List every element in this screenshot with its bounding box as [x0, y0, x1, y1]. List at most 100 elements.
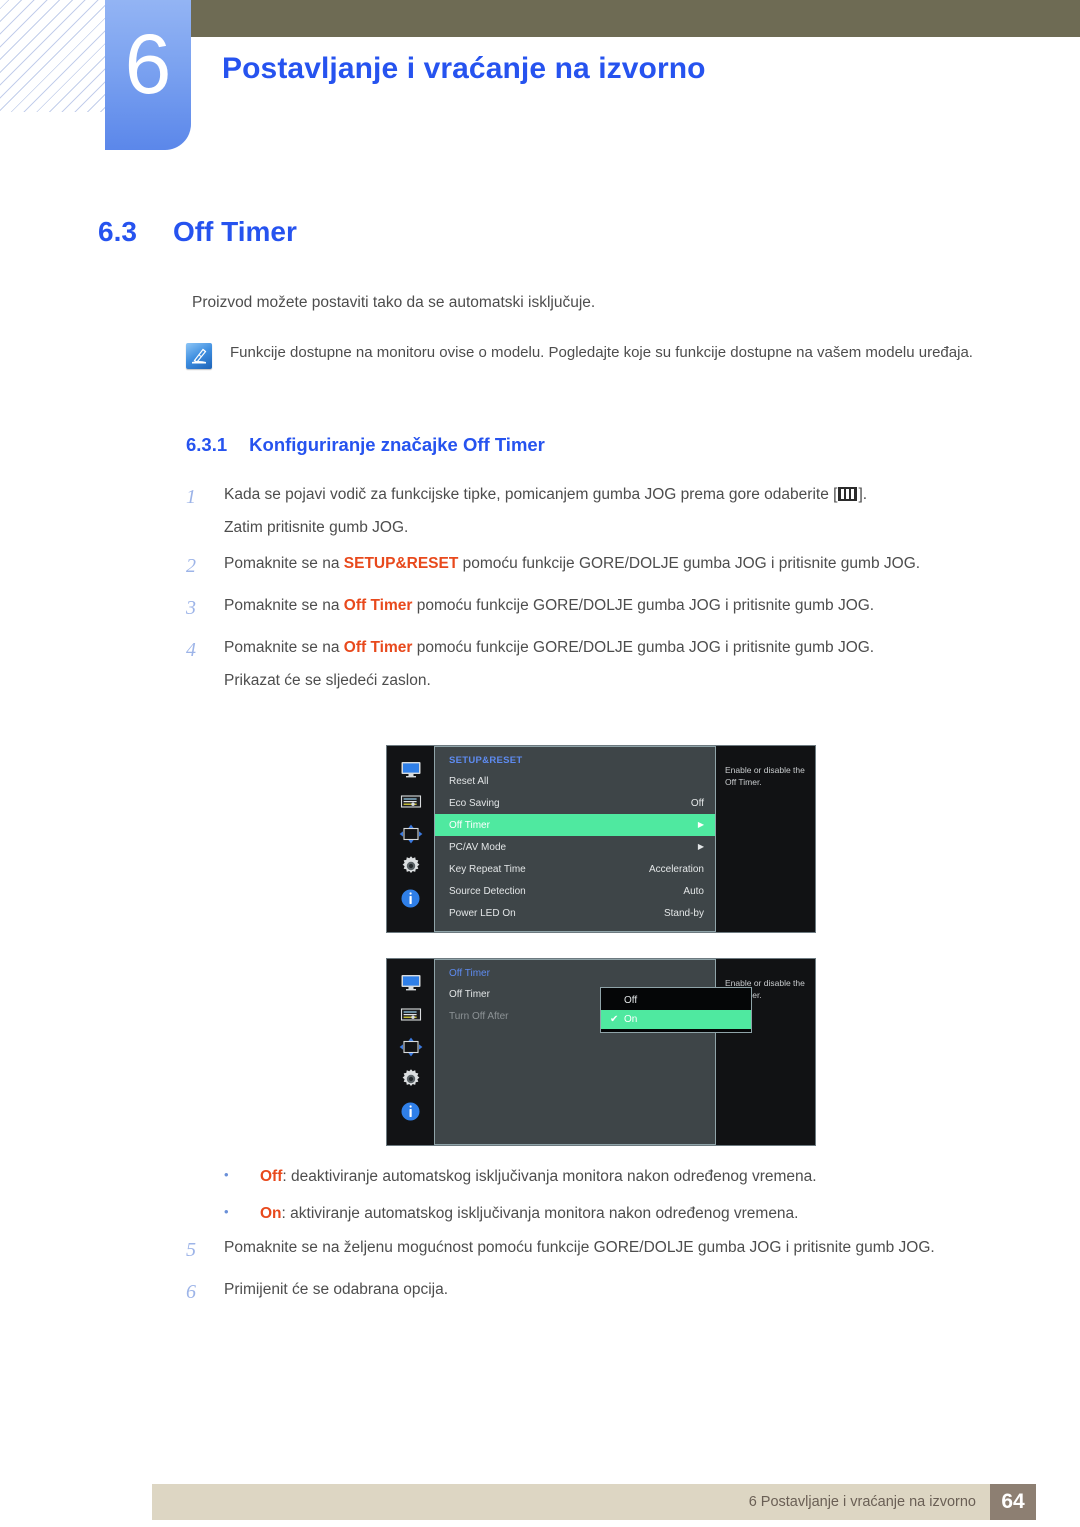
step-text-post: pomoću funkcije GORE/DOLJE gumba JOG i p… [412, 597, 875, 615]
dropdown-option-on[interactable]: ✔ On [601, 1010, 751, 1029]
subsection-number: 6.3.1 [186, 434, 228, 455]
step-highlight-term: Off Timer [343, 597, 413, 615]
osd-menu-title: Off Timer [449, 968, 490, 979]
bullet-dot: • [224, 1204, 229, 1220]
section-intro-text: Proizvod možete postaviti tako da se aut… [192, 294, 596, 311]
step-number: 2 [186, 555, 196, 578]
note-text: Funkcije dostupne na monitoru ovise o mo… [230, 344, 973, 361]
info-icon [397, 887, 425, 909]
step-item: 1 Kada se pojavi vodič za funkcijske tip… [186, 482, 1026, 540]
menu-bars-icon [838, 487, 858, 501]
gear-icon [397, 855, 425, 877]
osd-row-value: Stand-by [663, 907, 704, 919]
monitor-icon [397, 759, 425, 781]
step-text-pre: Pomaknite se na [224, 639, 344, 657]
step-text: Primijenit će se odabrana opcija. [224, 1281, 449, 1298]
bullet-text: On: aktiviranje automatskog isključivanj… [260, 1202, 1024, 1225]
osd-row-label: Reset All [449, 775, 489, 787]
osd-dropdown-off-timer[interactable]: Off ✔ On [600, 987, 752, 1033]
osd-help-text: Enable or disable the Off Timer. [716, 746, 815, 932]
bullet-term: On [260, 1205, 282, 1223]
section-title: Off Timer [172, 216, 297, 247]
note-pen-icon [186, 343, 212, 369]
osd-row-value: Acceleration [648, 863, 704, 875]
osd-row-power-led-on[interactable]: Power LED On Stand-by [435, 902, 715, 924]
note-block: Funkcije dostupne na monitoru ovise o mo… [186, 340, 1021, 369]
header-olive-bar [190, 0, 1080, 37]
step-text-post: pomoću funkcije GORE/DOLJE gumba JOG i p… [412, 639, 875, 657]
step-item: 6 Primijenit će se odabrana opcija. [186, 1277, 1026, 1308]
dropdown-option-label: Off [624, 995, 638, 1006]
osd-menu-panel: SETUP&RESET Reset All Eco Saving Off Off… [434, 746, 716, 932]
osd-row-value: Off [690, 797, 704, 809]
step-text-pre: Kada se pojavi vodič za funkcijske tipke… [224, 486, 838, 503]
step-number: 6 [186, 1281, 196, 1303]
step-text-line2: Zatim pritisnite gumb JOG. [224, 519, 409, 537]
step-text: Kada se pojavi vodič za funkcijske tipke… [224, 482, 1026, 540]
sliders-icon [397, 1004, 425, 1026]
step-number: 5 [186, 1239, 196, 1261]
step-item: 4 Pomaknite se na Off Timer pomoću funkc… [186, 635, 1026, 693]
dropdown-option-label: On [624, 1014, 638, 1025]
bullet-desc: : deaktiviranje automatskog isključivanj… [282, 1168, 817, 1185]
step-text: Pomaknite se na Off Timer pomoću funkcij… [224, 593, 1026, 624]
footer-chapter-text: 6 Postavljanje i vraćanje na izvorno [748, 1494, 976, 1510]
bullet-term: Off [260, 1168, 283, 1185]
step-text: Pomaknite se na željenu mogućnost pomoću… [224, 1239, 935, 1256]
arrows-move-icon [397, 823, 425, 845]
osd-row-value: Auto [683, 885, 704, 897]
info-icon [397, 1100, 425, 1122]
step-highlight-term: Off Timer [343, 639, 413, 657]
osd-icon-rail [387, 959, 434, 1145]
osd-row-reset-all[interactable]: Reset All [435, 770, 715, 792]
bullet-dot: • [224, 1167, 229, 1182]
osd-row-source-detection[interactable]: Source Detection Auto [435, 880, 715, 902]
list-item: • Off: deaktiviranje automatskog isključ… [224, 1165, 1024, 1188]
list-item: • On: aktiviranje automatskog isključiva… [224, 1202, 1024, 1225]
sliders-icon [397, 791, 425, 813]
osd-row-eco-saving[interactable]: Eco Saving Off [435, 792, 715, 814]
osd-screenshot-setup-reset: SETUP&RESET Reset All Eco Saving Off Off… [386, 745, 816, 933]
osd-row-label: PC/AV Mode [449, 841, 507, 853]
osd-row-pc-av-mode[interactable]: PC/AV Mode ▶ [435, 836, 715, 858]
step-text-post: pomoću funkcije GORE/DOLJE gumba JOG i p… [458, 555, 921, 573]
osd-row-label: Source Detection [449, 885, 526, 897]
step-number: 3 [186, 597, 196, 620]
step-text-post: ]. [858, 486, 868, 503]
step-text: Pomaknite se na SETUP&RESET pomoću funkc… [224, 551, 1026, 582]
osd-row-off-timer[interactable]: Off Timer ▶ [435, 814, 715, 836]
section-number: 6.3 [98, 216, 137, 247]
osd-row-key-repeat-time[interactable]: Key Repeat Time Acceleration [435, 858, 715, 880]
subsection-title: Konfiguriranje značajke Off Timer [249, 434, 545, 455]
dropdown-option-off[interactable]: Off [601, 991, 751, 1010]
page-footer: 6 Postavljanje i vraćanje na izvorno 64 [152, 1484, 1036, 1520]
step-item: 3 Pomaknite se na Off Timer pomoću funkc… [186, 593, 1026, 624]
step-item: 5 Pomaknite se na željenu mogućnost pomo… [186, 1235, 1026, 1266]
bullet-text: Off: deaktiviranje automatskog isključiv… [260, 1165, 1024, 1188]
bullet-desc: : aktiviranje automatskog isključivanja … [281, 1205, 799, 1223]
step-text-pre: Pomaknite se na [224, 555, 344, 573]
steps-list-second: 5 Pomaknite se na željenu mogućnost pomo… [186, 1235, 1026, 1319]
arrows-move-icon [397, 1036, 425, 1058]
chapter-number-tab: 6 [105, 0, 191, 150]
osd-icon-rail [387, 746, 434, 932]
chevron-right-icon: ▶ [697, 820, 704, 829]
subsection-heading: 6.3.1 Konfiguriranje značajke Off Timer [186, 434, 545, 456]
chapter-number: 6 [124, 17, 172, 111]
step-number: 4 [186, 639, 196, 662]
osd-row-label: Eco Saving [449, 797, 500, 809]
step-text: Pomaknite se na Off Timer pomoću funkcij… [224, 635, 1026, 693]
osd-screenshot-off-timer: Off Timer Off Timer Turn Off After Off ✔… [386, 958, 816, 1146]
osd-menu-title: SETUP&RESET [449, 755, 523, 766]
step-text-line2: Prikazat će se sljedeći zaslon. [224, 672, 431, 690]
osd-row-label: Off Timer [449, 819, 490, 831]
osd-menu-panel: Off Timer Off Timer Turn Off After Off ✔… [434, 959, 752, 1145]
step-number: 1 [186, 486, 196, 508]
check-icon: ✔ [610, 1014, 619, 1025]
section-heading: 6.3 Off Timer [98, 216, 297, 248]
osd-row-label: Power LED On [449, 907, 516, 919]
chevron-right-icon: ▶ [697, 842, 704, 851]
steps-list-first: 1 Kada se pojavi vodič za funkcijske tip… [186, 482, 1026, 704]
gear-icon [397, 1068, 425, 1090]
page-number: 64 [990, 1484, 1036, 1520]
